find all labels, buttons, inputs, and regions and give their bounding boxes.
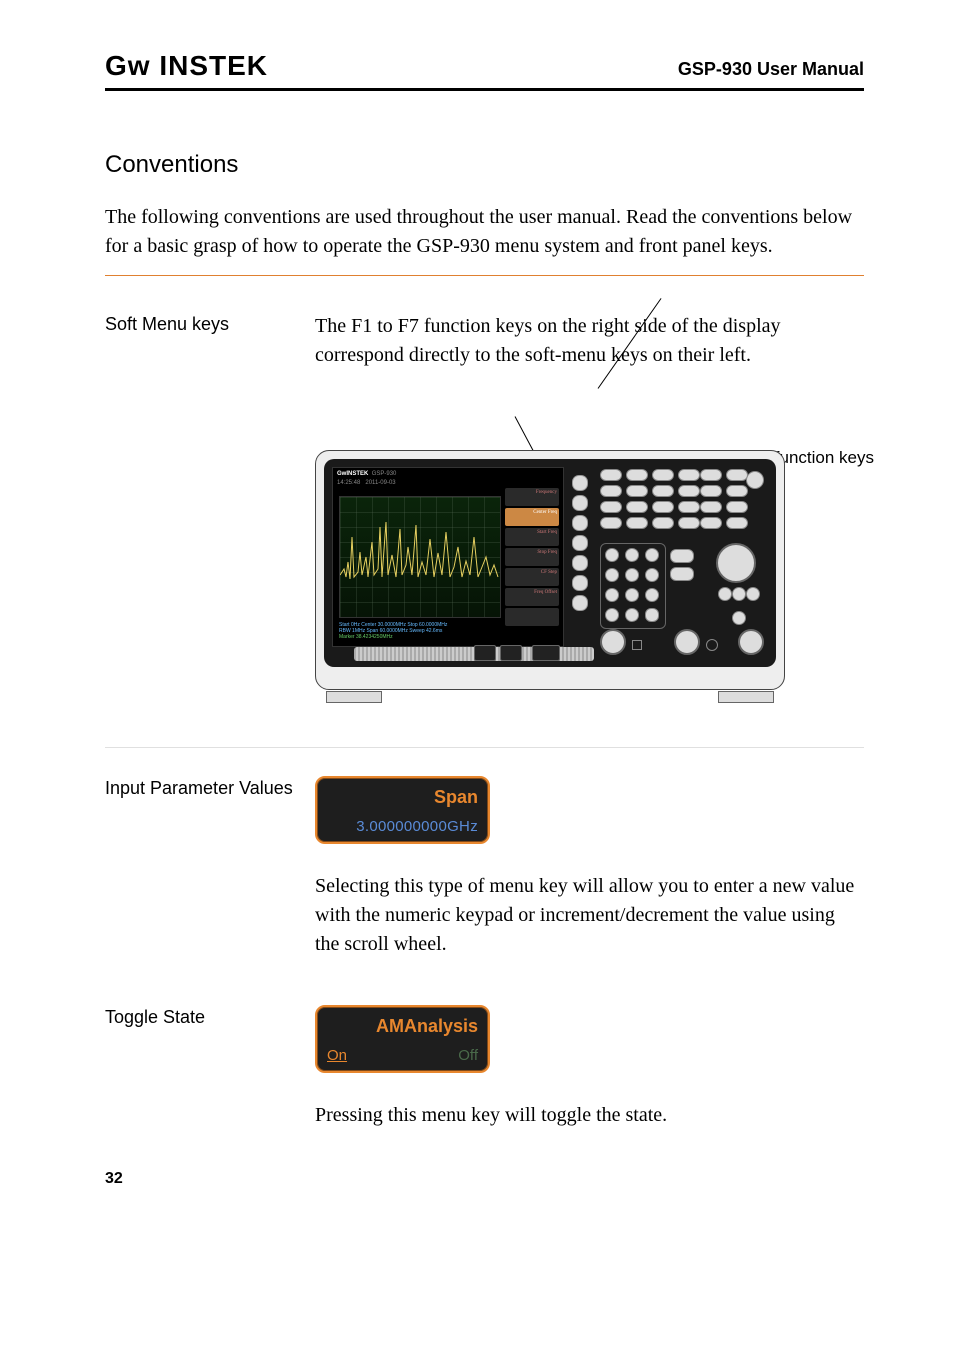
softkey-amanalysis: AMAnalysis On Off	[315, 1005, 490, 1073]
side-label-toggle: Toggle State	[105, 1005, 315, 1030]
waveform-area	[339, 496, 501, 618]
softkey-item: Frequency	[505, 488, 559, 506]
softkey-item: Start Freq	[505, 528, 559, 546]
device-illustration: GᴡINSTEK GSP-930 14:25:48 2011-09-03	[315, 450, 785, 690]
fkey-column	[572, 475, 590, 611]
toggle-off: Off	[458, 1045, 478, 1067]
device-status-bar: Start 0Hz Center 30.0000MHz Stop 60.0000…	[339, 622, 557, 640]
section-divider	[105, 275, 864, 276]
section-title: Conventions	[105, 151, 864, 179]
soft-menu-text: The F1 to F7 function keys on the right …	[315, 312, 864, 370]
softkey-item: Center Freq	[505, 508, 559, 526]
device-date: 2011-09-03	[365, 480, 395, 486]
toggle-on: On	[327, 1045, 347, 1067]
doc-title: GSP-930 User Manual	[678, 59, 864, 80]
brand-logo: Gᴡ INSTEK	[105, 50, 268, 82]
device-brand: GᴡINSTEK	[337, 471, 368, 477]
row-toggle: Toggle State AMAnalysis On Off Pressing …	[105, 1005, 864, 1130]
intro-paragraph: The following conventions are used throu…	[105, 203, 864, 261]
input-param-text: Selecting this type of menu key will all…	[315, 872, 864, 959]
row-input-param: Input Parameter Values Span 3.000000000G…	[105, 776, 864, 959]
row-divider	[105, 747, 864, 748]
numeric-keypad	[600, 543, 666, 629]
onscreen-softkey-column: Frequency Center Freq Start Freq Stop Fr…	[505, 488, 559, 626]
device-time: 14:25:48	[337, 480, 360, 486]
scroll-wheel-icon	[716, 543, 756, 583]
softkey-item: Stop Freq	[505, 548, 559, 566]
device-screen: GᴡINSTEK GSP-930 14:25:48 2011-09-03	[332, 467, 564, 647]
softkey-item: CF Step	[505, 568, 559, 586]
button-grid	[600, 469, 700, 529]
device-model: GSP-930	[372, 471, 397, 477]
softkey-value: 3.000000000GHz	[327, 816, 478, 838]
softkey-item: Freq Offset	[505, 588, 559, 606]
status-line: Marker 38.4234250MHz	[339, 634, 557, 640]
row-soft-menu: Soft Menu keys The F1 to F7 function key…	[105, 312, 864, 727]
toggle-text: Pressing this menu key will toggle the s…	[315, 1101, 864, 1130]
softkey-title: AMAnalysis	[327, 1013, 478, 1039]
side-label-input-param: Input Parameter Values	[105, 776, 315, 801]
button-grid-2	[700, 469, 748, 529]
side-label-soft-menu: Soft Menu keys	[105, 312, 315, 337]
power-button-icon	[746, 471, 764, 489]
device-callout-block: F1 ~ F7 function keys Soft-menu keys GᴡI…	[315, 450, 864, 715]
port-row	[596, 623, 766, 657]
page-header: Gᴡ INSTEK GSP-930 User Manual	[105, 50, 864, 91]
softkey-title: Span	[327, 784, 478, 810]
softkey-span: Span 3.000000000GHz	[315, 776, 490, 844]
page-number: 32	[105, 1170, 864, 1188]
